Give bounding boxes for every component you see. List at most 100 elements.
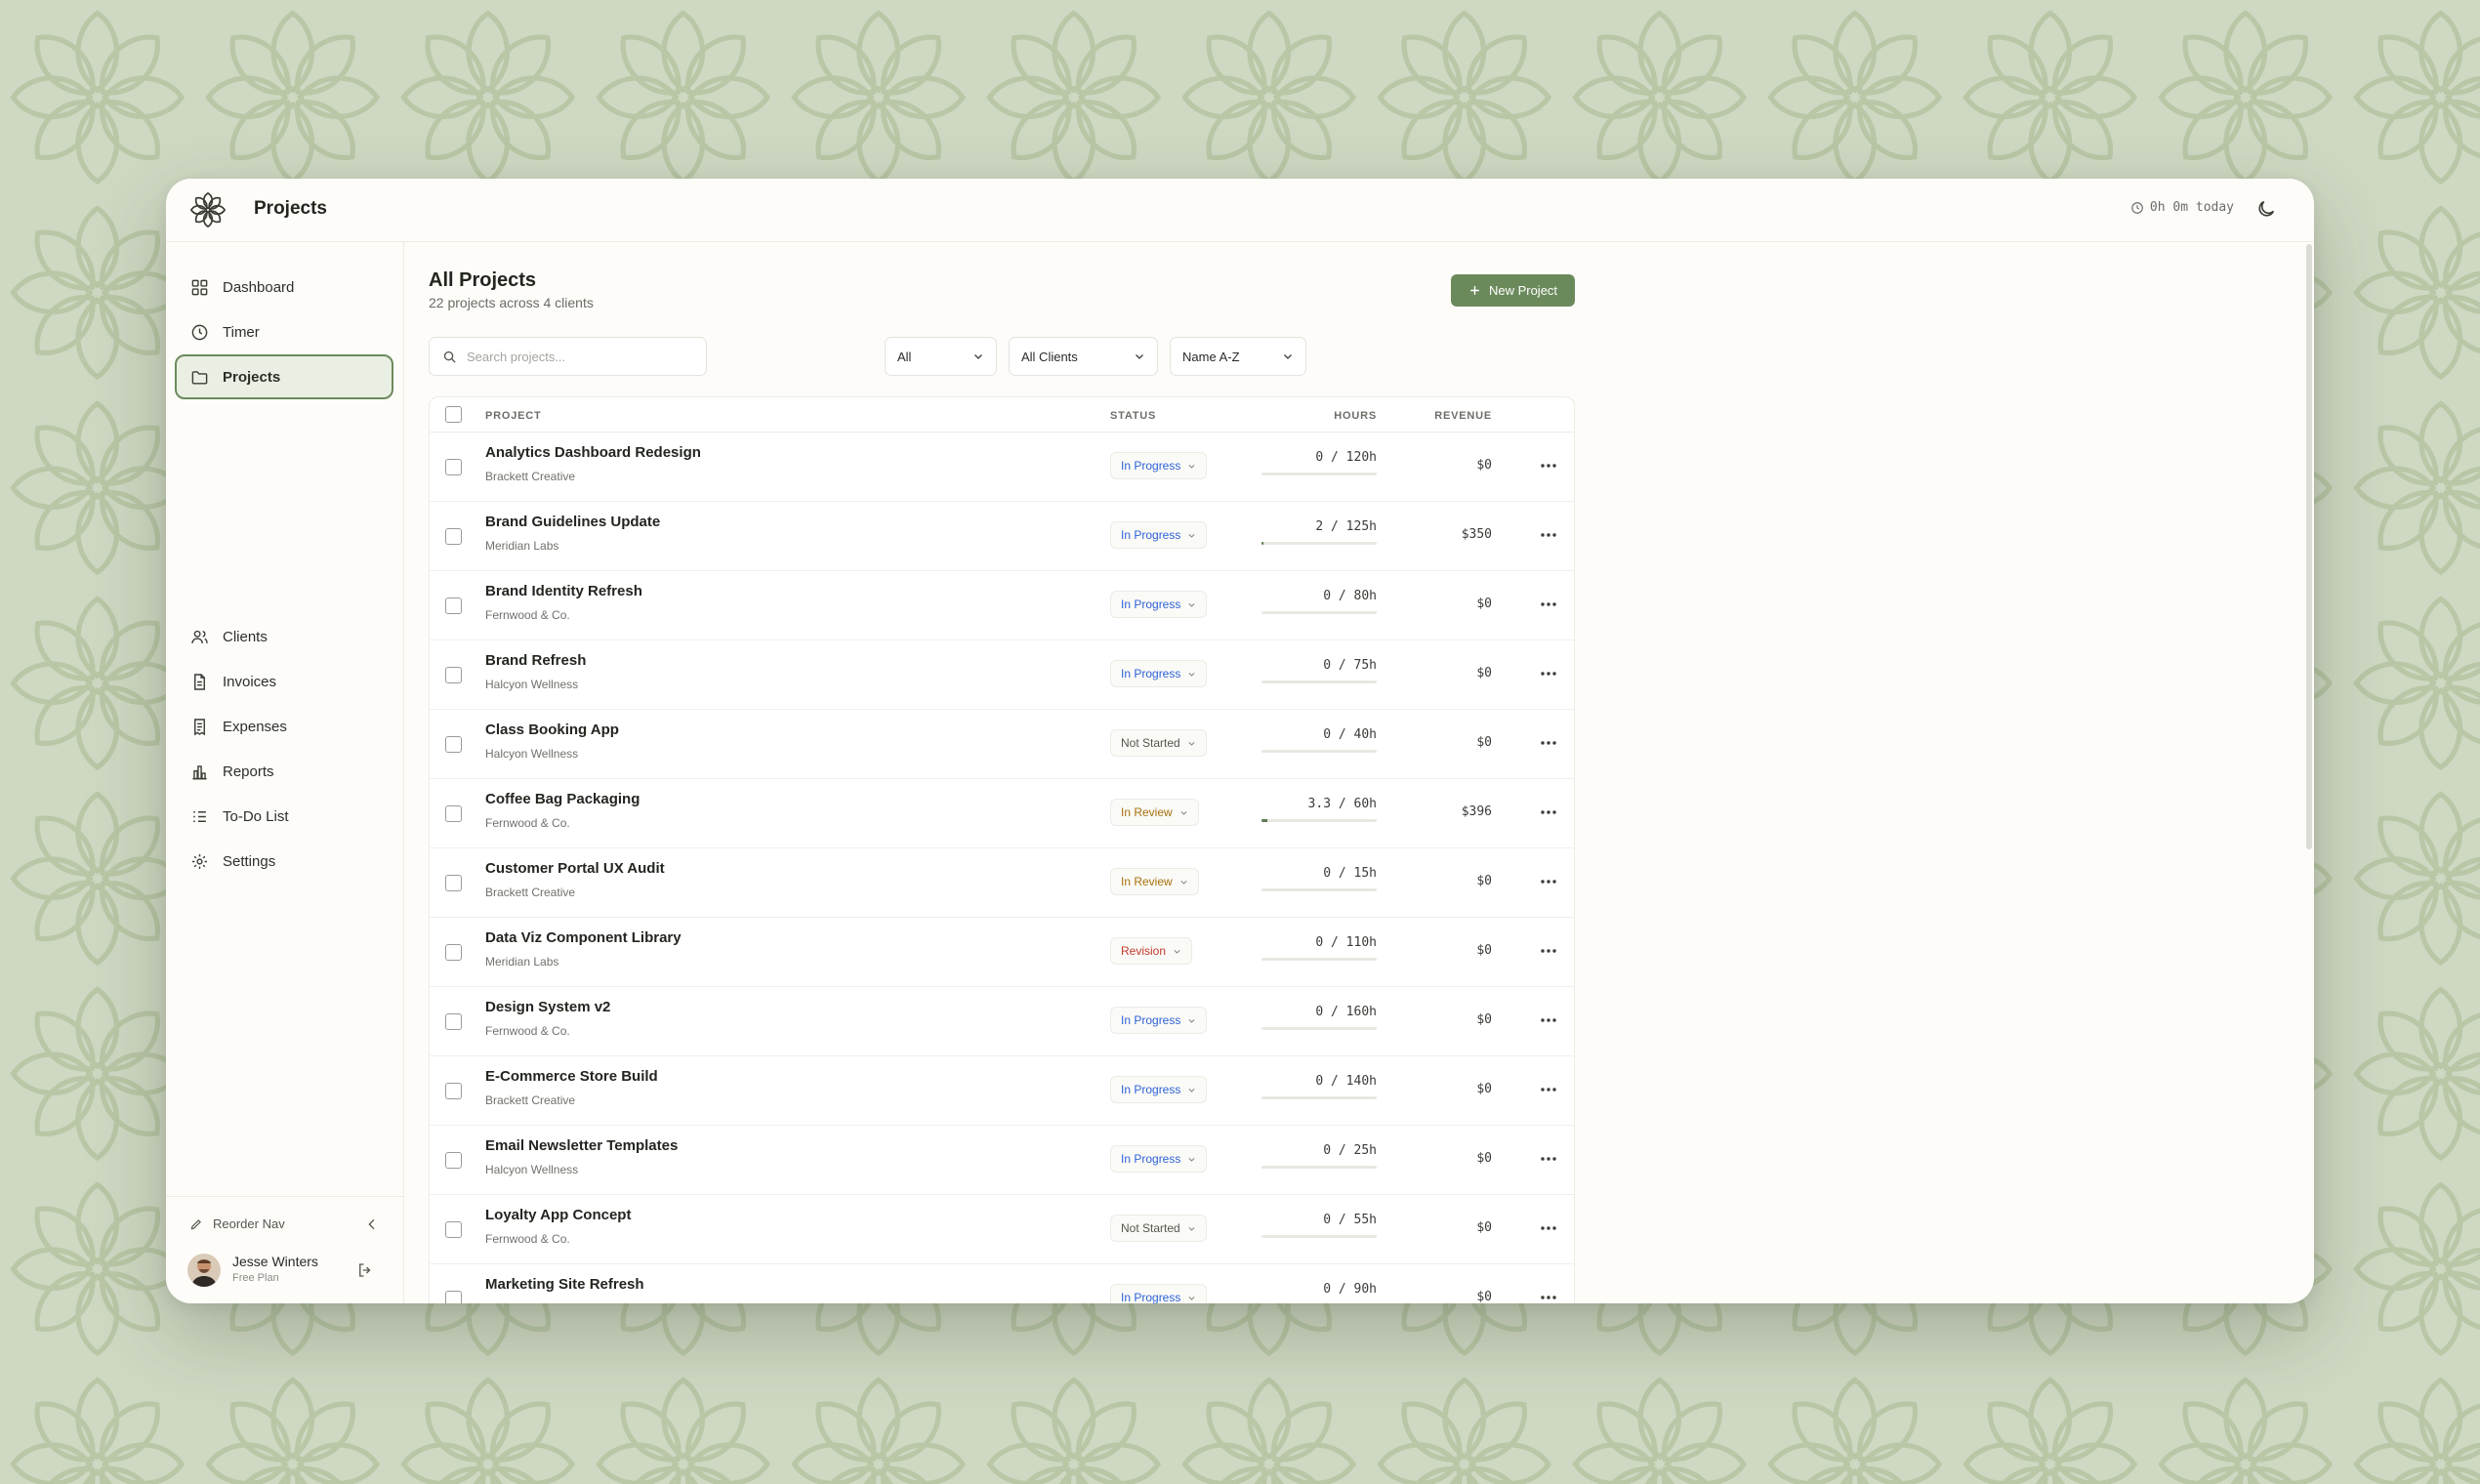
timer-today[interactable]: 0h 0m today (2130, 200, 2234, 215)
table-row[interactable]: Marketing Site Refresh In Progress 0 / 90h… (430, 1264, 1574, 1303)
status-filter-select[interactable]: All (885, 337, 997, 376)
column-header-project[interactable]: PROJECT (485, 410, 542, 422)
sidebar-item-todo-list[interactable]: To-Do List (175, 794, 393, 839)
more-options-icon[interactable] (1540, 531, 1557, 539)
status-dropdown[interactable]: In Progress (1110, 1076, 1208, 1103)
more-options-icon[interactable] (1540, 1294, 1557, 1301)
project-name[interactable]: Analytics Dashboard Redesign (485, 444, 701, 461)
client-filter-select[interactable]: All Clients (1009, 337, 1158, 376)
project-name[interactable]: Brand Guidelines Update (485, 514, 660, 530)
row-checkbox[interactable] (445, 805, 462, 822)
sidebar-item-settings[interactable]: Settings (175, 839, 393, 884)
project-name[interactable]: Customer Portal UX Audit (485, 860, 665, 877)
select-all-checkbox[interactable] (445, 406, 462, 423)
more-options-icon[interactable] (1540, 1155, 1557, 1163)
sidebar-item-reports[interactable]: Reports (175, 749, 393, 794)
status-dropdown[interactable]: In Progress (1110, 1007, 1208, 1034)
more-options-icon[interactable] (1540, 1224, 1557, 1232)
status-dropdown[interactable]: In Progress (1110, 452, 1208, 479)
row-checkbox[interactable] (445, 875, 462, 891)
more-options-icon[interactable] (1540, 1016, 1557, 1024)
status-dropdown[interactable]: In Progress (1110, 521, 1208, 549)
table-row[interactable]: Email Newsletter Templates Halcyon Wellne… (430, 1126, 1574, 1195)
column-header-hours[interactable]: HOURS (1261, 410, 1377, 422)
table-row[interactable]: Brand Refresh Halcyon Wellness In Progress… (430, 640, 1574, 710)
status-dropdown[interactable]: In Progress (1110, 660, 1208, 687)
row-checkbox[interactable] (445, 598, 462, 614)
row-checkbox[interactable] (445, 667, 462, 683)
project-name[interactable]: Loyalty App Concept (485, 1207, 631, 1223)
status-dropdown[interactable]: In Review (1110, 868, 1199, 895)
more-options-icon[interactable] (1540, 739, 1557, 747)
sidebar-item-timer[interactable]: Timer (175, 309, 393, 354)
sidebar-item-expenses[interactable]: Expenses (175, 704, 393, 749)
table-row[interactable]: Brand Guidelines Update Meridian Labs In P… (430, 502, 1574, 571)
status-dropdown[interactable]: Revision (1110, 937, 1193, 965)
more-options-icon[interactable] (1540, 947, 1557, 955)
reorder-nav-button[interactable]: Reorder Nav (189, 1216, 285, 1231)
search-input[interactable]: Search projects... (429, 337, 707, 376)
table-row[interactable]: Customer Portal UX Audit Brackett Creativ… (430, 848, 1574, 918)
sidebar-item-dashboard[interactable]: Dashboard (175, 265, 393, 309)
row-checkbox[interactable] (445, 1221, 462, 1238)
more-options-icon[interactable] (1540, 878, 1557, 886)
revenue-value: $0 (1476, 735, 1492, 750)
row-checkbox[interactable] (445, 944, 462, 961)
status-dropdown[interactable]: In Progress (1110, 591, 1208, 618)
more-options-icon[interactable] (1540, 808, 1557, 816)
table-row[interactable]: Brand Identity Refresh Fernwood & Co. In P… (430, 571, 1574, 640)
app-window: Projects 0h 0m today Dashboard Timer Pro… (166, 179, 2314, 1303)
row-checkbox[interactable] (445, 528, 462, 545)
sidebar-item-label: Expenses (223, 718, 287, 735)
project-name[interactable]: Class Booking App (485, 721, 619, 738)
new-project-button[interactable]: New Project (1451, 274, 1575, 307)
sort-select[interactable]: Name A-Z (1170, 337, 1306, 376)
sidebar-item-invoices[interactable]: Invoices (175, 659, 393, 704)
project-client: Brackett Creative (485, 886, 576, 899)
project-name[interactable]: Marketing Site Refresh (485, 1276, 644, 1293)
row-checkbox[interactable] (445, 1152, 462, 1169)
scrollbar[interactable] (2306, 244, 2312, 849)
logout-icon[interactable] (356, 1261, 374, 1279)
project-name[interactable]: Coffee Bag Packaging (485, 791, 640, 807)
hours-value: 0 / 160h (1315, 1005, 1377, 1019)
dashboard-icon (191, 279, 208, 295)
project-client: Fernwood & Co. (485, 816, 570, 830)
column-header-status[interactable]: STATUS (1110, 410, 1156, 422)
project-name[interactable]: Email Newsletter Templates (485, 1137, 678, 1154)
row-checkbox[interactable] (445, 1291, 462, 1303)
status-dropdown[interactable]: Not Started (1110, 729, 1207, 757)
row-checkbox[interactable] (445, 459, 462, 475)
project-name[interactable]: Design System v2 (485, 999, 610, 1015)
chevron-down-icon (1188, 1018, 1195, 1023)
row-checkbox[interactable] (445, 1013, 462, 1030)
table-row[interactable]: Loyalty App Concept Fernwood & Co. Not Sta… (430, 1195, 1574, 1264)
project-name[interactable]: Brand Identity Refresh (485, 583, 642, 599)
status-dropdown[interactable]: In Review (1110, 799, 1199, 826)
status-dropdown[interactable]: Not Started (1110, 1215, 1207, 1242)
status-dropdown[interactable]: In Progress (1110, 1284, 1208, 1303)
chevron-left-icon[interactable] (364, 1216, 380, 1232)
more-options-icon[interactable] (1540, 1086, 1557, 1093)
table-row[interactable]: Design System v2 Fernwood & Co. In Progres… (430, 987, 1574, 1056)
column-header-revenue[interactable]: REVENUE (1406, 410, 1492, 422)
avatar[interactable] (187, 1254, 221, 1287)
sidebar-item-clients[interactable]: Clients (175, 614, 393, 659)
project-name[interactable]: E-Commerce Store Build (485, 1068, 658, 1085)
table-row[interactable]: Class Booking App Halcyon Wellness Not Sta… (430, 710, 1574, 779)
project-name[interactable]: Brand Refresh (485, 652, 586, 669)
table-row[interactable]: Coffee Bag Packaging Fernwood & Co. In Rev… (430, 779, 1574, 848)
row-checkbox[interactable] (445, 1083, 462, 1099)
status-label: In Progress (1121, 459, 1181, 473)
project-name[interactable]: Data Viz Component Library (485, 929, 682, 946)
status-dropdown[interactable]: In Progress (1110, 1145, 1208, 1173)
moon-icon[interactable] (2255, 198, 2277, 220)
sidebar-item-projects[interactable]: Projects (175, 354, 393, 399)
table-row[interactable]: E-Commerce Store Build Brackett Creative I… (430, 1056, 1574, 1126)
table-row[interactable]: Data Viz Component Library Meridian Labs R… (430, 918, 1574, 987)
more-options-icon[interactable] (1540, 462, 1557, 470)
more-options-icon[interactable] (1540, 670, 1557, 678)
more-options-icon[interactable] (1540, 600, 1557, 608)
row-checkbox[interactable] (445, 736, 462, 753)
table-row[interactable]: Analytics Dashboard Redesign Brackett Cre… (430, 433, 1574, 502)
